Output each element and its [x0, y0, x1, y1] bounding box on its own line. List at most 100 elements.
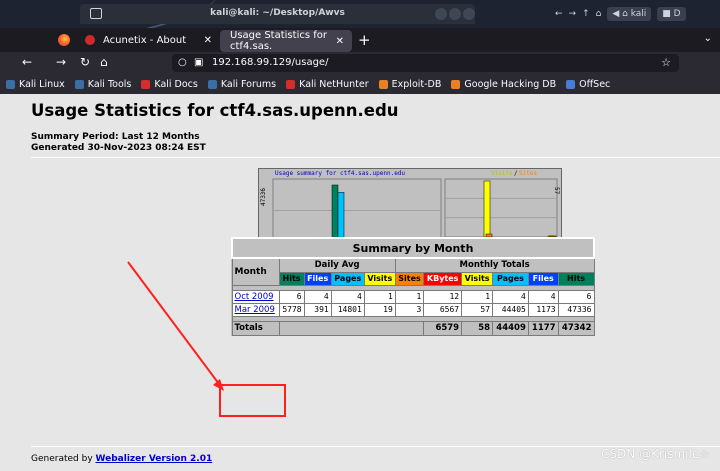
visits-sites-plot [444, 178, 558, 238]
bookmark-label: Kali Tools [87, 78, 132, 90]
value-cell: 1173 [527, 302, 559, 317]
csdn-watermark: CSDN @Krismile☆ [601, 447, 710, 461]
close-tab-icon[interactable]: ✕ [204, 35, 212, 46]
bookmark-label: Kali Docs [154, 78, 198, 90]
column-header-files: Files [527, 271, 559, 286]
bookmark-label: Kali NetHunter [299, 78, 369, 90]
tracking-shield-icon[interactable]: ○ [178, 57, 187, 68]
maximize-button[interactable] [449, 8, 461, 20]
forward-arrow-icon[interactable]: → [569, 9, 577, 19]
browser-nav-bar: ← → ↻ ⌂ ○ ▣ 192.168.99.129/usage/ ☆ [0, 52, 720, 74]
value-cell: 6567 [423, 302, 463, 317]
desktop-home-pill[interactable]: ◀ ⌂ kali [607, 7, 652, 21]
url-text[interactable]: 192.168.99.129/usage/ [212, 57, 328, 68]
monthly-totals-header: Monthly Totals [394, 257, 595, 273]
desktop-home-label: kali [630, 9, 647, 19]
bookmark-star-icon[interactable]: ☆ [661, 56, 671, 69]
month-column-header: Month [231, 257, 280, 286]
bookmark-label: Google Hacking DB [464, 78, 557, 90]
acunetix-favicon-icon [85, 35, 95, 45]
month-link[interactable]: Oct 2009 [235, 292, 274, 302]
close-tab-icon[interactable]: ✕ [336, 36, 344, 47]
month-link[interactable]: Mar 2009 [235, 305, 275, 315]
firefox-view-icon[interactable] [58, 34, 70, 46]
forward-arrow-icon[interactable]: → [56, 55, 66, 69]
total-kbytes: 6579 [423, 320, 463, 336]
bar-visits [483, 180, 491, 238]
totals-row: Totals 6579 58 44409 1177 47342 [231, 320, 595, 336]
footer-prefix: Generated by [31, 454, 96, 464]
terminal-window-titlebar[interactable]: kali@kali: ~/Desktop/Awvs [80, 4, 475, 24]
back-arrow-icon[interactable]: ← [22, 55, 32, 69]
value-cell: 6 [557, 289, 595, 304]
legend-sites: Sites [519, 170, 537, 177]
value-cell: 3 [394, 302, 425, 317]
summary-period-block: Summary Period: Last 12 Months Generated… [31, 132, 206, 154]
desktop-d-pill[interactable]: ■ D [657, 7, 686, 21]
value-cell: 6 [278, 289, 305, 304]
google-hacking-db-icon [451, 79, 461, 89]
close-window-button[interactable] [463, 8, 475, 20]
terminal-title: kali@kali: ~/Desktop/Awvs [210, 8, 345, 18]
divider [31, 157, 720, 158]
value-cell: 1 [363, 289, 396, 304]
desktop-top-panel: kali@kali: ~/Desktop/Awvs ← → ↑ ⌂ ◀ ⌂ ka… [0, 0, 720, 28]
table-column-header-row: Hits Files Pages Visits Sites KBytes Visits Pag… [232, 271, 595, 286]
month-cell: Oct 2009 [231, 289, 280, 304]
webalizer-version-link[interactable]: Webalizer Version 2.01 [96, 454, 213, 464]
table-row: Oct 2009 6 4 4 1 1 12 1 4 4 6 [231, 289, 595, 304]
bookmark-offsec[interactable]: OffSec [566, 79, 610, 90]
column-header-pages: Pages [330, 271, 365, 286]
kali-nethunter-icon [286, 79, 296, 89]
total-hits: 47342 [557, 320, 595, 336]
bookmarks-toolbar: Kali Linux Kali Tools Kali Docs Kali For… [0, 74, 720, 94]
home-icon[interactable]: ⌂ [100, 55, 108, 69]
kali-tools-icon [74, 79, 84, 89]
value-cell: 57 [461, 302, 494, 317]
column-header-pages: Pages [492, 271, 529, 286]
bookmark-label: OffSec [579, 78, 611, 90]
column-header-visits: Visits [363, 271, 396, 286]
totals-label: Totals [231, 320, 280, 336]
minimize-button[interactable] [435, 8, 447, 20]
column-header-hits: Hits [557, 271, 595, 286]
column-header-visits: Visits [461, 271, 494, 286]
bookmark-label: Kali Linux [19, 78, 65, 90]
bookmark-kali-forums[interactable]: Kali Forums [207, 79, 276, 90]
tab-label: Acunetix - About [103, 34, 187, 46]
left-axis-max-label: 47336 [260, 188, 267, 206]
bookmark-google-hacking-db[interactable]: Google Hacking DB [451, 79, 556, 90]
bookmark-kali-nethunter[interactable]: Kali NetHunter [286, 79, 369, 90]
bookmark-kali-linux[interactable]: Kali Linux [6, 79, 65, 90]
url-bar[interactable]: ○ ▣ 192.168.99.129/usage/ ☆ [172, 54, 679, 72]
total-files: 1177 [527, 320, 559, 336]
total-visits: 58 [461, 320, 494, 336]
bookmark-kali-tools[interactable]: Kali Tools [74, 78, 132, 90]
page-title: Usage Statistics for ctf4.sas.upenn.edu [31, 101, 399, 120]
value-cell: 4 [492, 289, 529, 304]
table-row: Mar 2009 5778 391 14801 19 3 6567 57 44405 1173 47… [231, 302, 595, 317]
column-header-sites: Sites [394, 271, 425, 286]
legend-sep: / [514, 170, 518, 177]
bookmark-exploit-db[interactable]: Exploit-DB [378, 79, 441, 90]
table-group-header-row: Month Daily Avg Monthly Totals [231, 257, 595, 286]
value-cell: 4 [527, 289, 559, 304]
list-all-tabs-chevron-icon[interactable]: ⌄ [704, 33, 712, 44]
back-arrow-icon[interactable]: ← [555, 9, 563, 19]
value-cell: 44405 [492, 302, 529, 317]
tab-usage-statistics[interactable]: Usage Statistics for ctf4.sas. ✕ [220, 30, 352, 52]
bookmark-kali-docs[interactable]: Kali Docs [141, 78, 198, 90]
reload-icon[interactable]: ↻ [80, 55, 90, 69]
table-caption-row: Summary by Month [231, 237, 595, 259]
value-cell: 19 [363, 302, 396, 317]
value-cell: 4 [303, 289, 332, 304]
value-cell: 4 [330, 289, 365, 304]
new-tab-plus-icon[interactable]: + [358, 31, 371, 49]
value-cell: 1 [394, 289, 425, 304]
insecure-lock-icon[interactable]: ▣ [194, 57, 203, 68]
up-arrow-icon[interactable]: ↑ [582, 9, 590, 19]
home-icon[interactable]: ⌂ [596, 9, 602, 19]
browser-tab-bar: Acunetix - About ✕ Usage Statistics for … [0, 28, 720, 52]
value-cell: 12 [423, 289, 463, 304]
tab-acunetix[interactable]: Acunetix - About ✕ [85, 28, 220, 52]
